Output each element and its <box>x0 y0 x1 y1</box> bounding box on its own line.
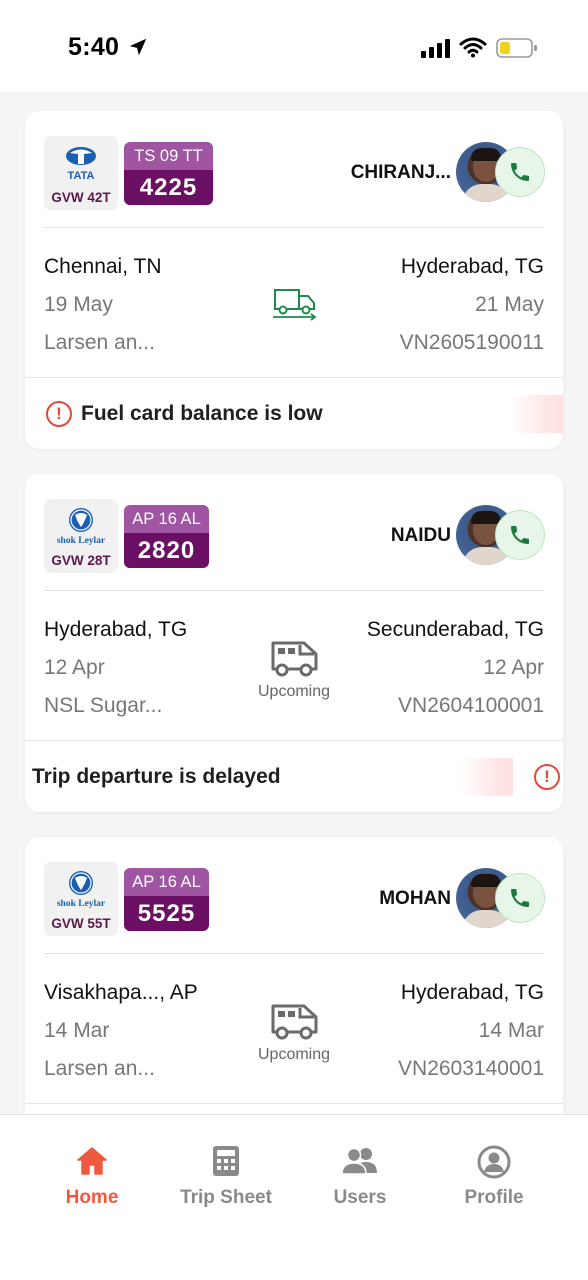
nav-trip-sheet[interactable]: Trip Sheet <box>159 1115 293 1235</box>
vehicle-brand-badge: shok Leylar GVW 55T <box>44 862 118 936</box>
ashok-leyland-logo: shok Leylar <box>57 871 106 909</box>
vehicle-brand-badge: TATA GVW 42T <box>44 136 118 210</box>
destination-date: 14 Mar <box>478 1019 544 1042</box>
in-transit-truck-icon <box>273 289 317 321</box>
driver-name: NAIDU <box>390 525 451 546</box>
trip-list[interactable]: TATA GVW 42T TS 09 TT 4225 CHIRANJ... Ch… <box>0 92 588 1114</box>
nav-home[interactable]: Home <box>25 1115 159 1235</box>
call-button[interactable] <box>495 873 545 923</box>
nav-profile-label: Profile <box>464 1187 524 1208</box>
ashok-leyland-logo: shok Leylar <box>57 508 106 546</box>
divider <box>44 227 544 228</box>
trip-status: Upcoming <box>257 1046 331 1063</box>
number-plate: AP 16 AL 2820 <box>124 505 209 568</box>
number-plate: TS 09 TT 4225 <box>124 142 213 205</box>
plate-number: 2820 <box>124 533 209 568</box>
trip-status: Upcoming <box>257 683 331 700</box>
wifi-icon <box>459 37 487 58</box>
plate-state: AP 16 AL <box>124 505 209 533</box>
truck-icon <box>271 1004 318 1040</box>
origin-date: 14 Mar <box>44 1019 110 1042</box>
truck-icon <box>271 641 318 677</box>
destination-date: 21 May <box>475 293 544 316</box>
destination-city: Hyderabad, TG <box>400 981 544 1004</box>
profile-icon <box>477 1145 511 1179</box>
origin-date: 19 May <box>44 293 113 316</box>
users-icon <box>341 1147 377 1175</box>
phone-icon <box>511 526 529 544</box>
destination-city: Hyderabad, TG <box>400 255 544 278</box>
nav-home-label: Home <box>65 1187 119 1208</box>
status-time: 5:40 <box>68 33 120 61</box>
gvw-label: GVW 55T <box>51 916 111 931</box>
origin-city: Visakhapa..., AP <box>44 981 198 1004</box>
tata-logo: TATA <box>66 147 96 182</box>
divider <box>25 377 563 378</box>
alert-message: Trip departure is delayed <box>32 765 281 788</box>
divider <box>44 590 544 591</box>
plate-state: TS 09 TT <box>124 142 213 170</box>
nav-trip-sheet-label: Trip Sheet <box>180 1187 272 1208</box>
driver-name: CHIRANJ... <box>350 162 451 183</box>
alert-message: Fuel card balance is low <box>81 402 323 425</box>
nav-users[interactable]: Users <box>293 1115 427 1235</box>
call-button[interactable] <box>495 510 545 560</box>
divider <box>25 740 563 741</box>
plate-state: AP 16 AL <box>124 868 209 896</box>
driver-name: MOHAN <box>379 888 451 909</box>
status-bar: 5:40 <box>0 0 588 92</box>
gvw-label: GVW 42T <box>51 190 111 205</box>
location-arrow-icon <box>129 38 147 56</box>
divider <box>44 953 544 954</box>
trip-id: VN2605190011 <box>399 331 544 354</box>
signal-icon <box>421 39 450 58</box>
origin-city: Hyderabad, TG <box>44 618 188 641</box>
phone-icon <box>511 889 529 907</box>
plate-number: 5525 <box>124 896 209 931</box>
nav-users-label: Users <box>333 1187 387 1208</box>
alert-icon: ! <box>46 401 72 427</box>
home-icon <box>77 1147 107 1175</box>
call-button[interactable] <box>495 147 545 197</box>
origin-city: Chennai, TN <box>44 255 162 278</box>
alert-icon: ! <box>534 764 560 790</box>
trip-card[interactable]: shok Leylar GVW 55T AP 16 AL 5525 MOHAN … <box>25 837 563 1114</box>
trip-card[interactable]: shok Leylar GVW 28T AP 16 AL 2820 NAIDU … <box>25 474 563 812</box>
consignor-name: Larsen an... <box>44 331 155 354</box>
destination-city: Secunderabad, TG <box>366 618 544 641</box>
bottom-nav: Home Trip Sheet Users Profile <box>0 1114 588 1280</box>
trip-card[interactable]: TATA GVW 42T TS 09 TT 4225 CHIRANJ... Ch… <box>25 111 563 449</box>
alert-highlight <box>510 395 563 433</box>
phone-icon <box>511 163 529 181</box>
vehicle-brand-badge: shok Leylar GVW 28T <box>44 499 118 573</box>
origin-date: 12 Apr <box>44 656 105 679</box>
calculator-icon <box>213 1146 239 1176</box>
brand-text: TATA <box>68 170 95 182</box>
destination-date: 12 Apr <box>483 656 544 679</box>
brand-text: shok Leylar <box>57 536 106 546</box>
brand-text: shok Leylar <box>57 899 106 909</box>
number-plate: AP 16 AL 5525 <box>124 868 209 931</box>
plate-number: 4225 <box>124 170 213 205</box>
gvw-label: GVW 28T <box>51 553 111 568</box>
nav-profile[interactable]: Profile <box>427 1115 561 1235</box>
divider <box>25 1103 563 1104</box>
battery-low-icon <box>496 38 537 58</box>
alert-highlight <box>460 758 513 796</box>
